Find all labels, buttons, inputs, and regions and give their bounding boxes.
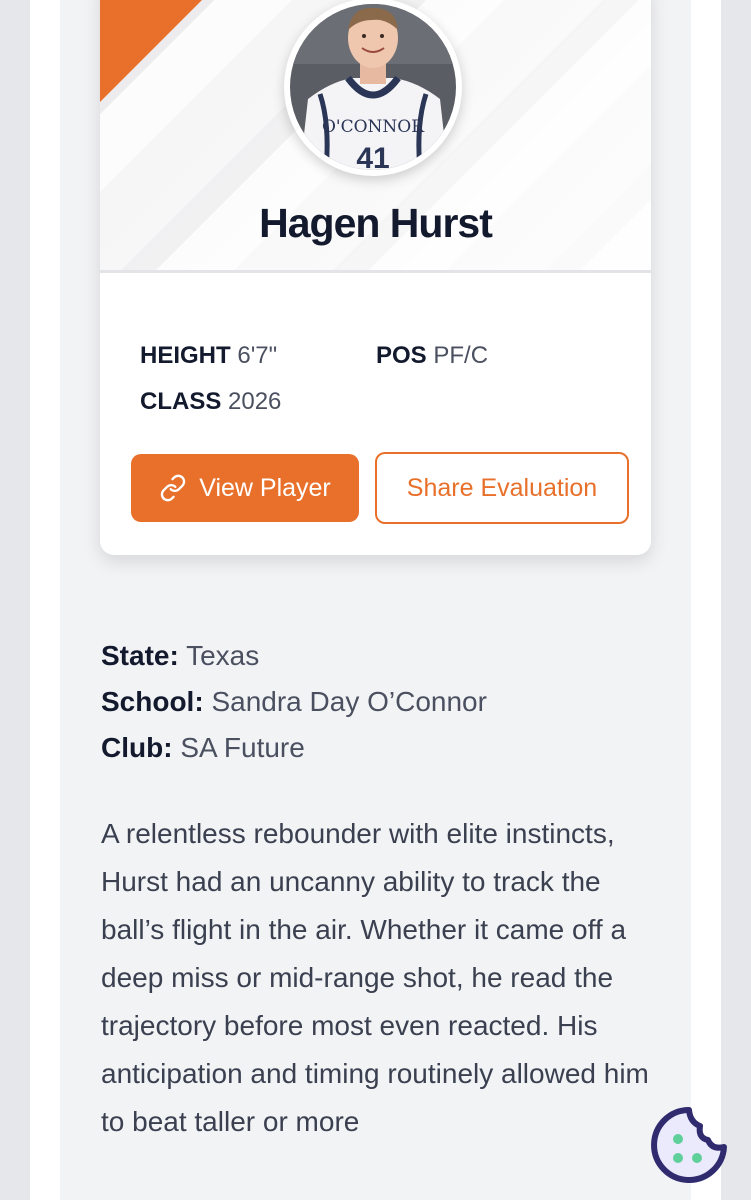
- player-avatar: O'CONNOR 41: [284, 0, 462, 176]
- share-evaluation-button[interactable]: Share Evaluation: [375, 452, 629, 524]
- stat-position: POS PF/C: [376, 342, 488, 370]
- stat-height-label: HEIGHT: [140, 342, 231, 369]
- stat-class-value: 2026: [228, 388, 282, 415]
- player-card: O'CONNOR 41 Hagen Hurst HEIGHT 6'7" POS …: [100, 0, 651, 555]
- info-club-value: SA Future: [180, 732, 305, 763]
- stat-class: CLASS 2026: [140, 388, 281, 416]
- link-icon: [161, 474, 186, 502]
- jersey-text: O'CONNOR: [322, 117, 425, 137]
- cookie-icon: [651, 1107, 727, 1183]
- stat-height: HEIGHT 6'7": [140, 342, 277, 370]
- stat-class-label: CLASS: [140, 388, 222, 415]
- info-state: State: Texas: [101, 640, 259, 672]
- orange-corner-accent: [100, 0, 222, 102]
- info-state-value: Texas: [186, 640, 260, 671]
- cookie-settings-button[interactable]: [650, 1106, 728, 1184]
- share-evaluation-label: Share Evaluation: [406, 473, 598, 502]
- player-name: Hagen Hurst: [259, 200, 493, 246]
- hero-divider: [100, 270, 651, 273]
- info-school-value: Sandra Day O’Connor: [211, 686, 487, 717]
- stat-height-value: 6'7": [237, 342, 278, 369]
- info-school-label: School:: [101, 686, 204, 717]
- player-bio: A relentless rebounder with elite instin…: [101, 818, 649, 1137]
- info-club-label: Club:: [101, 732, 173, 763]
- info-school: School: Sandra Day O’Connor: [101, 686, 487, 718]
- info-state-label: State:: [101, 640, 179, 671]
- view-player-button[interactable]: View Player: [131, 454, 359, 522]
- stat-pos-label: POS: [376, 342, 427, 369]
- view-player-label: View Player: [199, 473, 331, 502]
- player-photo: O'CONNOR 41: [290, 4, 456, 170]
- stat-pos-value: PF/C: [433, 342, 489, 369]
- info-club: Club: SA Future: [101, 732, 305, 764]
- jersey-number: 41: [356, 142, 389, 170]
